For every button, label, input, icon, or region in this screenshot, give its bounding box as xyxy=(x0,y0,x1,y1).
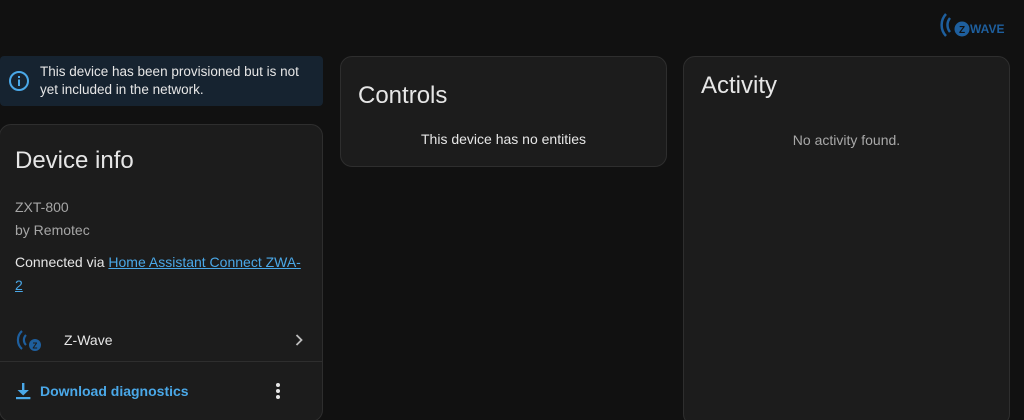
device-model: ZXT-800 xyxy=(15,199,69,215)
device-manufacturer: by Remotec xyxy=(15,222,90,238)
download-diagnostics-button[interactable]: Download diagnostics xyxy=(14,382,266,400)
zwave-logo-text: WAVE xyxy=(970,22,1004,36)
activity-title: Activity xyxy=(701,72,778,99)
controls-empty-text: This device has no entities xyxy=(421,131,586,147)
integration-label: Z-Wave xyxy=(64,332,113,348)
zwave-logo: Z WAVE xyxy=(938,8,1016,42)
info-icon xyxy=(9,71,29,91)
activity-card: Activity No activity found. xyxy=(683,56,1010,420)
alert-text: This device has been provisioned but is … xyxy=(40,64,299,97)
device-info-title: Device info xyxy=(15,147,134,174)
controls-title: Controls xyxy=(358,82,448,109)
chevron-right-icon xyxy=(295,334,303,346)
zwave-icon: Z xyxy=(16,330,41,351)
connected-via-prefix: Connected via xyxy=(15,254,109,270)
provisioned-alert: This device has been provisioned but is … xyxy=(0,56,323,106)
card-divider xyxy=(0,361,322,362)
device-page: Z WAVE This device has been provisioned … xyxy=(0,0,1024,420)
activity-empty-text: No activity found. xyxy=(792,132,901,148)
download-icon xyxy=(16,383,31,400)
device-info-card: Device info ZXT-800 by Remotec Connected… xyxy=(0,124,323,420)
svg-text:Z: Z xyxy=(959,25,965,36)
more-options-button[interactable] xyxy=(266,379,290,403)
svg-text:Z: Z xyxy=(33,342,38,351)
connected-via: Connected via Home Assistant Connect ZWA… xyxy=(15,251,305,297)
download-diagnostics-label: Download diagnostics xyxy=(40,383,189,399)
integration-zwave-row[interactable]: Z Z-Wave xyxy=(0,318,322,362)
more-vert-icon xyxy=(276,383,280,399)
controls-card: Controls This device has no entities xyxy=(340,56,667,167)
card-actions: Download diagnostics xyxy=(0,369,322,413)
